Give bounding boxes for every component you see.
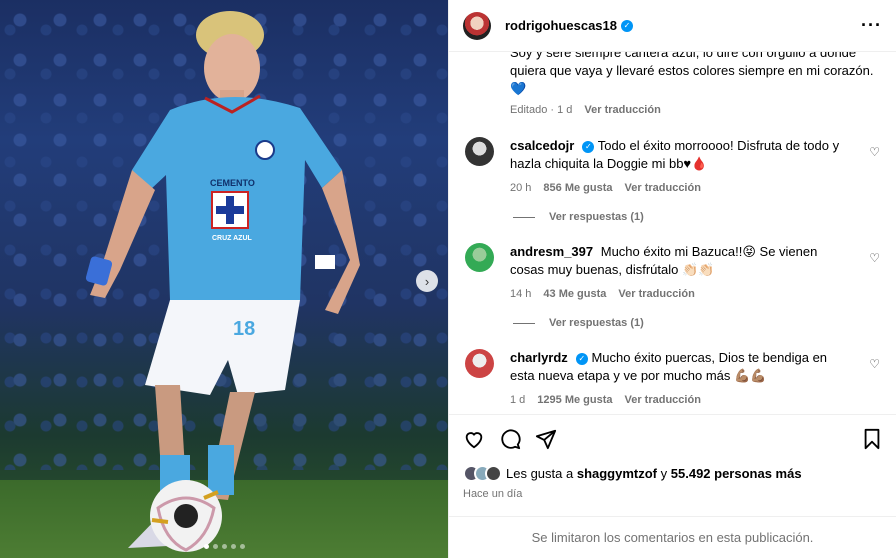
comment-item: csalcedojr ✓ Todo el éxito morroooo! Disf… — [465, 137, 880, 197]
carousel-indicator — [0, 544, 448, 549]
comments-limited-notice: Se limitaron los comentarios en esta pub… — [449, 516, 896, 558]
view-replies-button[interactable]: Ver respuestas (1) — [513, 211, 880, 223]
post-side-panel: rodrigohuescas18 ✓ ··· Soy y seré siempr… — [448, 0, 896, 558]
avatar[interactable] — [465, 349, 494, 378]
post-actions: Les gusta a shaggymtzof y 55.492 persona… — [449, 414, 896, 500]
avatar[interactable] — [465, 243, 494, 272]
bookmark-icon[interactable] — [862, 428, 882, 450]
comment-likes[interactable]: 43 Me gusta — [543, 285, 606, 303]
carousel-dot — [230, 544, 236, 549]
comment-likes[interactable]: 1295 Me gusta — [537, 391, 612, 409]
post-time: Hace un día — [463, 488, 523, 500]
avatar[interactable] — [463, 11, 491, 40]
comment-item: charlyrdz ✓ Mucho éxito puercas, Dios te … — [465, 349, 880, 409]
heart-icon[interactable] — [463, 428, 485, 450]
heart-icon[interactable]: ♡ — [869, 145, 880, 159]
post-caption: Soy y seré siempre cantera azul, lo diré… — [465, 52, 880, 119]
verified-badge-icon: ✓ — [575, 352, 588, 365]
avatar[interactable] — [465, 137, 494, 166]
verified-badge-icon: ✓ — [582, 140, 595, 153]
comment-time: 20 h — [510, 182, 532, 194]
comment-icon[interactable] — [499, 428, 521, 450]
translate-link[interactable]: Ver traducción — [584, 101, 660, 119]
comment-username[interactable]: andresm_397 — [510, 244, 593, 259]
jersey-number: 18 — [233, 318, 255, 340]
likes-join: y — [660, 466, 668, 481]
comment-likes[interactable]: 856 Me gusta — [543, 179, 612, 197]
more-icon[interactable]: ··· — [861, 15, 882, 36]
likes-summary[interactable]: Les gusta a shaggymtzof y 55.492 persona… — [463, 465, 882, 482]
post-header: rodrigohuescas18 ✓ ··· — [449, 0, 896, 52]
replies-divider — [513, 216, 535, 218]
author-username[interactable]: rodrigohuescas18 — [505, 18, 617, 33]
next-image-button[interactable]: › — [416, 270, 438, 292]
heart-icon[interactable]: ♡ — [869, 357, 880, 371]
comments-list[interactable]: Soy y seré siempre cantera azul, lo diré… — [449, 52, 896, 414]
player-image: CEMENTO CRUZ AZUL 18 — [85, 11, 360, 548]
comment-item: andresm_397 Mucho éxito mi Bazuca!!😝 Se … — [465, 243, 880, 303]
avatar — [485, 465, 502, 482]
share-icon[interactable] — [535, 428, 557, 450]
comment-time: 1 d — [510, 394, 526, 406]
replies-label: Ver respuestas (1) — [549, 211, 644, 223]
view-replies-button[interactable]: Ver respuestas (1) — [513, 317, 880, 329]
carousel-dot — [239, 544, 245, 549]
carousel-dot — [203, 544, 209, 549]
carousel-dot — [221, 544, 227, 549]
caption-time: 1 d — [557, 104, 573, 116]
caption-text: Soy y seré siempre cantera azul, lo diré… — [510, 52, 874, 78]
caption-emoji: 💙 — [510, 81, 527, 96]
team-text: CRUZ AZUL — [212, 235, 253, 242]
comment-time: 14 h — [510, 288, 532, 300]
next-icon: › — [424, 273, 430, 289]
caption-edited: Editado — [510, 104, 548, 116]
likes-user[interactable]: shaggymtzof — [577, 466, 657, 481]
replies-label: Ver respuestas (1) — [549, 317, 644, 329]
comment-username[interactable]: csalcedojr — [510, 138, 574, 153]
sponsor-text: CEMENTO — [210, 178, 255, 188]
post-media[interactable]: CEMENTO CRUZ AZUL 18 › — [0, 0, 448, 558]
translate-link[interactable]: Ver traducción — [618, 285, 694, 303]
verified-badge-icon: ✓ — [621, 19, 633, 32]
translate-link[interactable]: Ver traducción — [625, 391, 701, 409]
heart-icon[interactable]: ♡ — [869, 251, 880, 265]
likes-others[interactable]: 55.492 personas más — [671, 466, 802, 481]
comment-username[interactable]: charlyrdz — [510, 350, 568, 365]
likes-prefix: Les gusta a — [506, 466, 574, 481]
replies-divider — [513, 322, 535, 324]
translate-link[interactable]: Ver traducción — [625, 179, 701, 197]
carousel-dot — [212, 544, 218, 549]
